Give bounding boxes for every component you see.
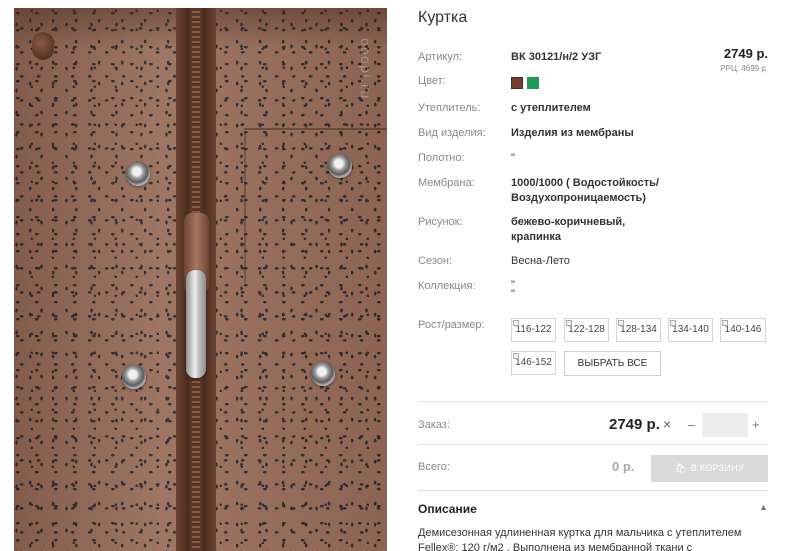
product-title: Куртка [418, 9, 468, 26]
size-option-134-140[interactable]: 134-140 [668, 318, 713, 342]
total-label: Всего: [418, 461, 450, 473]
pocket-seam-vertical [244, 133, 246, 283]
season-value: Весна-Лето [511, 255, 570, 267]
product-photo[interactable]: ooopi.ru [14, 8, 387, 551]
size-checkbox[interactable] [566, 320, 572, 326]
insulation-label: Утеплитель: [418, 102, 481, 114]
size-option-label: 134-140 [672, 324, 709, 335]
article-value: ВК 30121/н/2 УЗГ [511, 51, 602, 63]
collapse-arrow-icon[interactable]: ▲ [759, 502, 768, 512]
description-divider [418, 490, 768, 491]
size-option-label: 122-128 [568, 324, 605, 335]
pocket-seam [244, 128, 387, 130]
collection-label: Коллекция: [418, 280, 476, 292]
order-label: Заказ: [418, 419, 450, 431]
size-option-140-146[interactable]: 140-146 [720, 318, 766, 342]
product-price: 2749 р. [723, 46, 768, 61]
size-checkbox[interactable] [513, 353, 519, 359]
size-option-label: 140-146 [724, 324, 762, 335]
size-checkbox[interactable] [670, 320, 676, 326]
fabric-label: Полотно: [418, 152, 465, 164]
product-info-panel: Куртка Артикул: ВК 30121/н/2 УЗГ 2749 р.… [400, 0, 800, 551]
size-option-label: 128-134 [620, 324, 657, 335]
insulation-value: с утеплителем [511, 102, 591, 114]
drawcord-stopper [32, 32, 54, 60]
size-checkbox[interactable] [513, 320, 519, 326]
type-value: Изделия из мембраны [511, 127, 634, 139]
quantity-increase-button[interactable]: + [752, 417, 760, 432]
select-all-sizes-button[interactable]: ВЫБРАТЬ ВСЕ [564, 351, 661, 376]
size-option-label: 146-152 [515, 357, 552, 368]
total-value: 0 р. [612, 459, 635, 474]
color-label: Цвет: [418, 75, 446, 87]
total-divider [418, 444, 768, 445]
description-text: Демисезонная удлиненная куртка для мальч… [418, 527, 742, 551]
snap-button [122, 365, 146, 389]
size-checkbox[interactable] [618, 320, 624, 326]
size-checkbox[interactable] [722, 320, 728, 326]
snap-button [311, 362, 335, 386]
pattern-label: Рисунок: [418, 216, 463, 228]
size-option-label: 116-122 [515, 324, 552, 335]
membrane-value-line2: Воздухопроницаемость) [511, 192, 646, 204]
photo-watermark: ooopi.ru [357, 38, 372, 100]
collection-value-line2: " [511, 288, 515, 300]
size-option-128-134[interactable]: 128-134 [616, 318, 661, 342]
add-to-cart-button[interactable]: 🛍 В КОРЗИНУ [651, 455, 768, 482]
zipper-pull-tab [186, 270, 206, 378]
color-swatch-green[interactable] [527, 77, 539, 89]
order-divider [418, 401, 768, 402]
fabric-value: " [511, 152, 515, 164]
size-label: Рост/размер: [418, 319, 485, 331]
quantity-input[interactable] [702, 413, 748, 437]
quantity-decrease-button[interactable]: – [688, 417, 695, 432]
description-heading[interactable]: Описание [418, 502, 477, 516]
cart-bag-icon: 🛍 [674, 463, 687, 473]
size-option-122-128[interactable]: 122-128 [564, 318, 609, 342]
multiply-icon: × [663, 416, 672, 432]
type-label: Вид изделия: [418, 127, 486, 139]
size-option-116-122[interactable]: 116-122 [511, 318, 556, 342]
pattern-value-line2: крапинка [511, 231, 562, 243]
order-price: 2749 р. [609, 416, 660, 433]
size-option-146-152[interactable]: 146-152 [511, 351, 556, 375]
season-label: Сезон: [418, 255, 452, 267]
snap-button [126, 162, 150, 186]
membrane-label: Мембрана: [418, 177, 475, 189]
membrane-value-line1: 1000/1000 ( Водостойкость/ [511, 177, 659, 189]
recommended-retail-price: РРЦ: 4699 р. [720, 64, 768, 73]
pattern-value-line1: бежево-коричневый, [511, 216, 626, 228]
snap-button [328, 154, 352, 178]
color-swatch-brown[interactable] [511, 77, 523, 89]
add-to-cart-label: В КОРЗИНУ [690, 463, 744, 473]
article-label: Артикул: [418, 51, 463, 63]
